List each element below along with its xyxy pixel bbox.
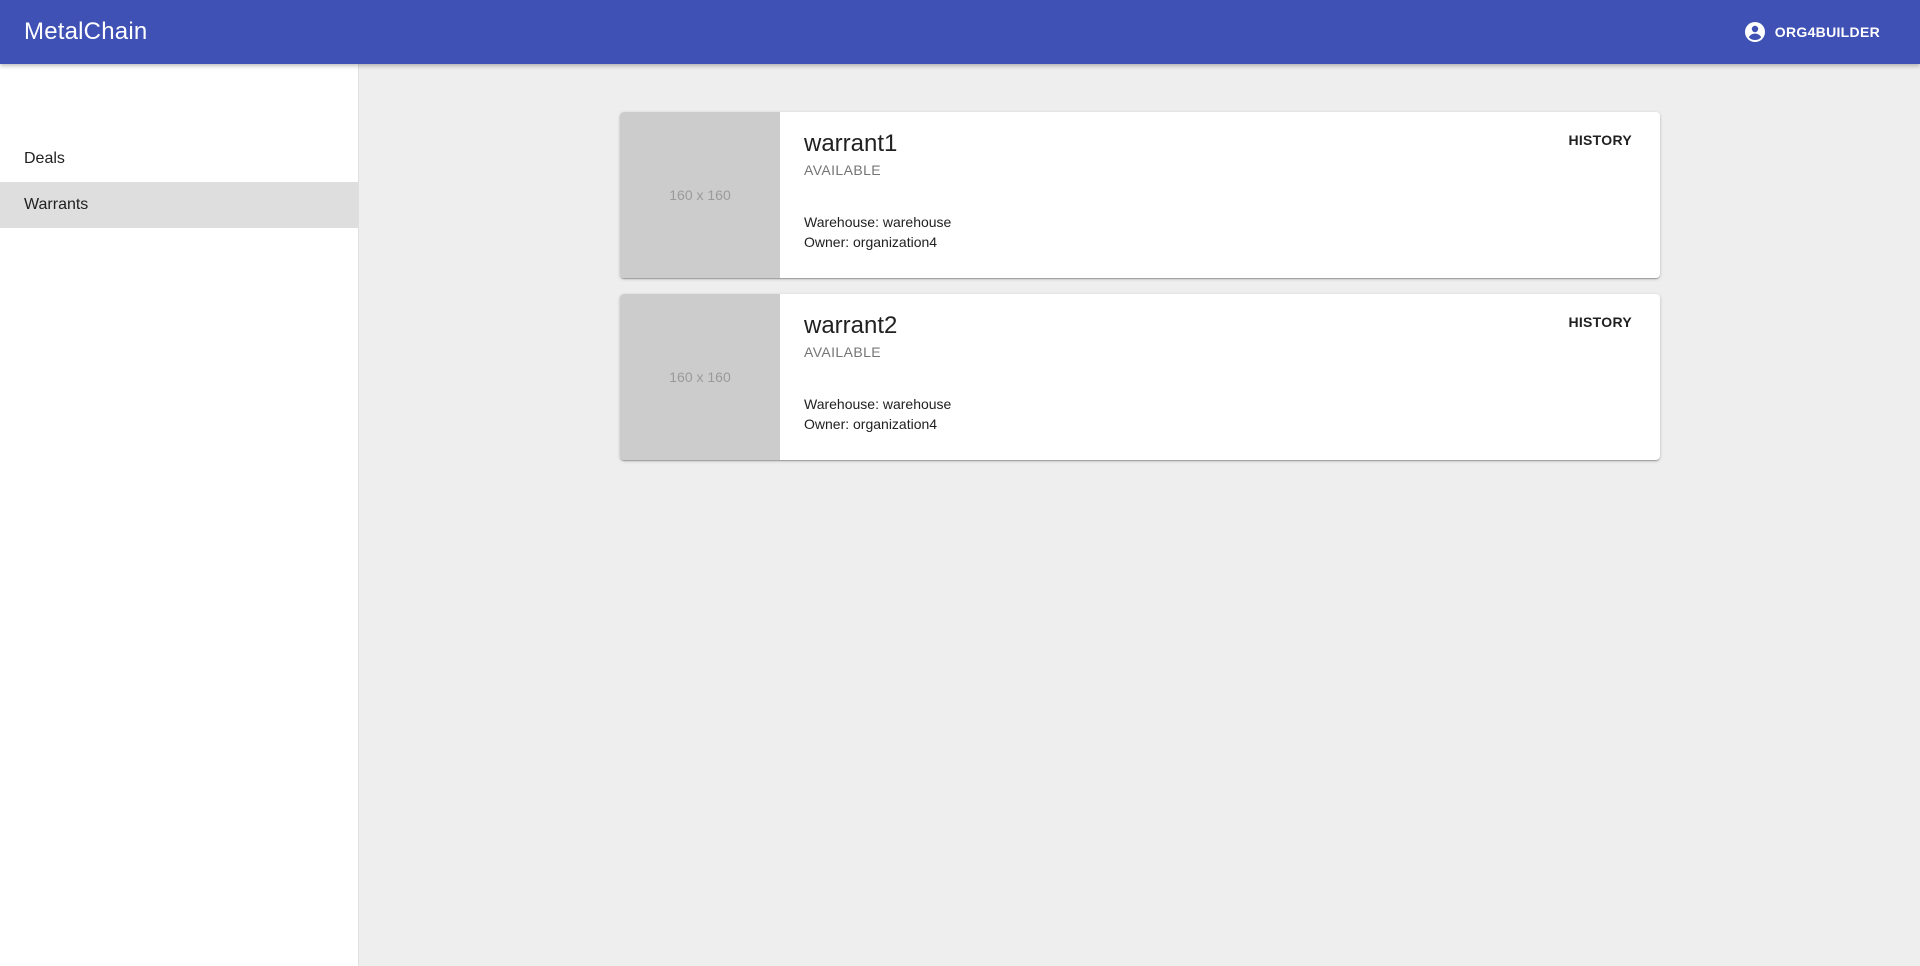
warrant-card: 160 x 160 warrant2 AVAILABLE Warehouse: …: [620, 294, 1660, 460]
main-content: 160 x 160 warrant1 AVAILABLE Warehouse: …: [360, 64, 1920, 966]
warrant-title: warrant2: [804, 312, 898, 339]
warrant-card-content: warrant1 AVAILABLE Warehouse: warehouse …: [804, 112, 1660, 278]
app-title: MetalChain: [24, 18, 148, 45]
warrant-list: 160 x 160 warrant1 AVAILABLE Warehouse: …: [620, 112, 1660, 476]
sidebar-item-deals[interactable]: Deals: [0, 136, 358, 182]
warrant-card-content: warrant2 AVAILABLE Warehouse: warehouse …: [804, 294, 1660, 460]
sidebar-item-warrants[interactable]: Warrants: [0, 182, 358, 228]
warrant-warehouse: Warehouse: warehouse: [804, 214, 952, 230]
warrant-image-placeholder: 160 x 160: [620, 112, 780, 278]
warrant-status: AVAILABLE: [804, 162, 882, 178]
account-circle-icon: [1743, 20, 1767, 44]
warrant-warehouse: Warehouse: warehouse: [804, 396, 952, 412]
warrant-image-placeholder: 160 x 160: [620, 294, 780, 460]
app-bar: MetalChain ORG4BUILDER: [0, 0, 1920, 64]
sidebar: Deals Warrants: [0, 64, 359, 966]
history-button[interactable]: HISTORY: [1556, 308, 1644, 336]
warrant-owner: Owner: organization4: [804, 234, 938, 250]
warrant-title: warrant1: [804, 130, 898, 157]
history-button[interactable]: HISTORY: [1556, 126, 1644, 154]
user-account-button[interactable]: ORG4BUILDER: [1731, 14, 1892, 50]
warrant-owner: Owner: organization4: [804, 416, 938, 432]
user-name-label: ORG4BUILDER: [1774, 24, 1880, 40]
sidebar-nav-list: Deals Warrants: [0, 136, 358, 228]
warrant-status: AVAILABLE: [804, 344, 882, 360]
warrant-card: 160 x 160 warrant1 AVAILABLE Warehouse: …: [620, 112, 1660, 278]
